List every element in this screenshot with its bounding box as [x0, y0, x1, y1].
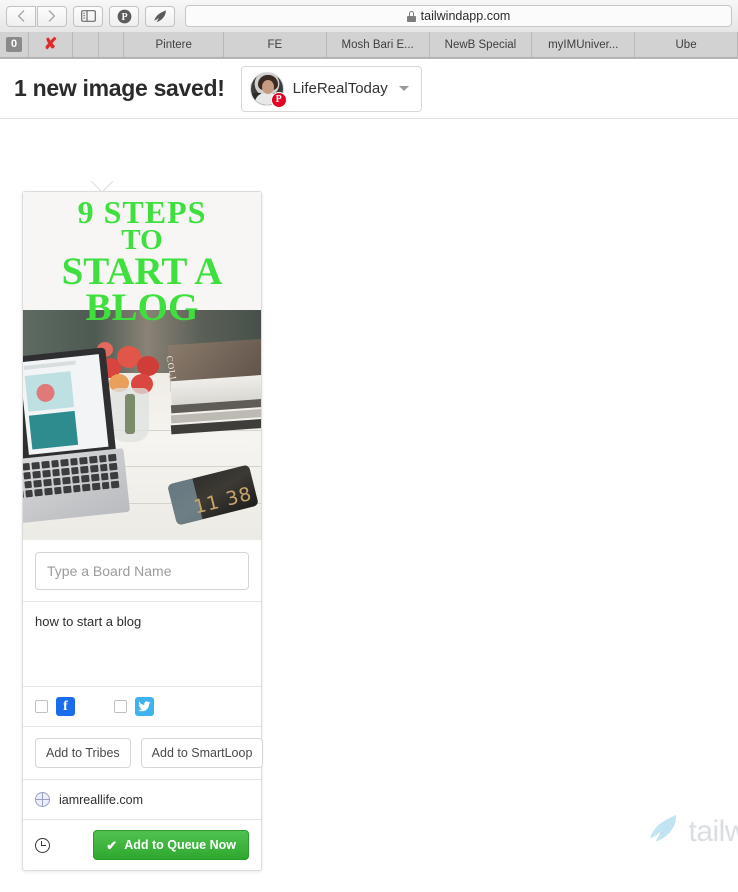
chevron-down-icon[interactable] — [398, 86, 409, 91]
tailwind-flame-icon — [152, 9, 168, 24]
social-share-row: f — [23, 686, 261, 726]
description-section[interactable]: how to start a blog — [23, 601, 261, 686]
close-all-button[interactable]: ✘ — [29, 32, 74, 57]
add-to-queue-button[interactable]: ✔ Add to Queue Now — [93, 830, 249, 860]
source-row: iamreallife.com — [23, 779, 261, 819]
pinterest-badge-glyph: P — [275, 94, 282, 105]
main-stage: COLLECTION — [0, 119, 738, 871]
add-to-queue-label: Add to Queue Now — [124, 838, 236, 852]
card-pointer-arrow — [91, 181, 113, 192]
svg-text:P: P — [121, 12, 127, 23]
avatar-wrapper: P — [249, 71, 287, 108]
tailwind-extension-button[interactable] — [145, 5, 175, 27]
tab-ube[interactable]: Ube — [635, 32, 738, 57]
strip-spacer-1 — [73, 32, 99, 57]
tab-newb-special[interactable]: NewB Special — [429, 32, 533, 57]
tab-myimuniver[interactable]: myIMUniver... — [532, 32, 636, 57]
tailwind-watermark: tailw — [645, 812, 738, 851]
red-x-icon: ✘ — [43, 35, 58, 53]
tab-label: myIMUniver... — [548, 38, 619, 51]
twitter-icon[interactable] — [135, 697, 154, 716]
notification-count[interactable]: 0 — [0, 32, 29, 57]
back-button[interactable] — [6, 5, 36, 27]
add-to-smartloop-button[interactable]: Add to SmartLoop — [140, 738, 264, 768]
board-section — [23, 540, 261, 601]
app-header: 1 new image saved! P LifeRealToday — [0, 59, 738, 119]
globe-icon — [35, 792, 50, 807]
board-name-input[interactable] — [35, 552, 249, 590]
strip-spacer-2 — [98, 32, 125, 57]
add-to-tribes-button[interactable]: Add to Tribes — [35, 738, 131, 768]
extras-button-row: Add to Tribes Add to SmartLoop — [23, 726, 264, 779]
chevron-right-icon — [48, 10, 56, 22]
tab-pinterest[interactable]: Pintere — [124, 32, 224, 57]
badge-label: 0 — [5, 37, 23, 52]
page-title: 1 new image saved! — [14, 75, 225, 101]
photo-laptop-screen — [23, 347, 117, 465]
facebook-glyph: f — [63, 698, 68, 714]
photo-vase — [111, 388, 149, 442]
address-bar[interactable]: tailwindapp.com — [185, 5, 732, 27]
navigation-buttons — [6, 5, 67, 27]
clock-icon[interactable] — [35, 837, 50, 853]
pin-publish-card: COLLECTION — [22, 191, 264, 871]
chevron-left-icon — [17, 10, 25, 22]
browser-chrome: P tailwindapp.com 0 ✘ Pintere FE Mosh Ba — [0, 0, 738, 59]
tab-label: FE — [267, 38, 283, 51]
url-text: tailwindapp.com — [420, 9, 511, 23]
facebook-icon[interactable]: f — [56, 697, 75, 716]
tab-label: Pintere — [155, 38, 192, 51]
sidebar-icon — [80, 10, 96, 22]
queue-row: ✔ Add to Queue Now — [23, 819, 261, 870]
tab-label: NewB Special — [444, 38, 517, 51]
sidebar-toggle-button[interactable] — [73, 5, 103, 27]
tab-label: Ube — [675, 38, 697, 51]
tab-fe[interactable]: FE — [223, 32, 327, 57]
tab-mosh-bari[interactable]: Mosh Bari E... — [326, 32, 430, 57]
twitter-bird-glyph — [138, 701, 151, 712]
source-url[interactable]: iamreallife.com — [59, 793, 143, 807]
watermark-text: tailw — [688, 814, 738, 848]
pinterest-icon: P — [117, 9, 132, 24]
browser-toolbar: P tailwindapp.com — [0, 0, 738, 32]
check-icon: ✔ — [106, 837, 118, 853]
tab-label: Mosh Bari E... — [341, 38, 414, 51]
pin-description[interactable]: how to start a blog — [35, 613, 249, 675]
pinterest-badge-icon: P — [270, 91, 287, 108]
account-name: LifeRealToday — [292, 80, 388, 97]
pin-image[interactable]: COLLECTION — [23, 192, 261, 540]
tailwind-flame-icon — [645, 812, 681, 851]
pinterest-extension-button[interactable]: P — [109, 5, 139, 27]
photo-laptop-base — [23, 448, 131, 524]
forward-button[interactable] — [37, 5, 67, 27]
bookmarks-tab-strip: 0 ✘ Pintere FE Mosh Bari E... NewB Speci… — [0, 32, 738, 58]
facebook-checkbox[interactable] — [35, 700, 48, 713]
account-selector[interactable]: P LifeRealToday — [240, 65, 422, 112]
twitter-checkbox[interactable] — [114, 700, 127, 713]
lock-icon — [406, 10, 416, 22]
